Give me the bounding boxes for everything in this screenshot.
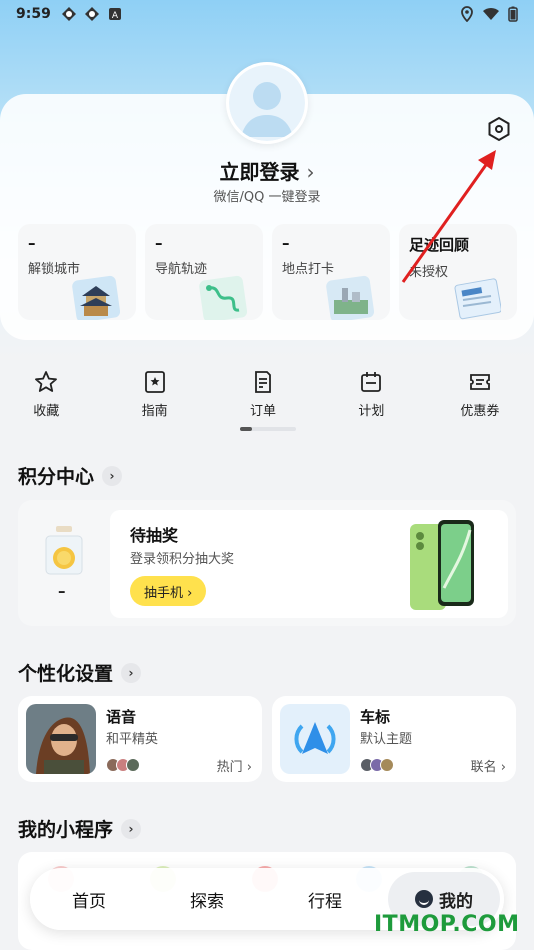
temple-icon [72,275,120,320]
battery-icon [508,6,518,22]
order-icon [255,371,271,393]
quick-guide[interactable]: 指南 [100,370,208,420]
section-title: 个性化设置 [18,663,114,685]
coupon-icon [469,374,490,390]
login-chevron-icon: › [306,160,315,184]
settings-icon[interactable] [486,116,512,142]
points-card[interactable]: – 待抽奖 登录领积分抽大奖 抽手机 › [18,500,516,626]
nav-me-label: 我的 [439,891,473,912]
stat-card-footprint-review[interactable]: 足迹回顾 未授权 [399,224,517,320]
personalization-header[interactable]: 个性化设置 › [18,659,142,686]
quick-label: 优惠券 [460,404,500,419]
app-notification-icon [84,7,99,21]
voice-title: 语音 [106,708,137,726]
quick-label: 收藏 [33,404,60,419]
login-button[interactable]: 立即登录 › [0,156,534,185]
section-title: 积分中心 [18,466,95,488]
default-avatar-icon [229,65,305,141]
lottery-panel[interactable]: 待抽奖 登录领积分抽大奖 抽手机 › [110,510,508,618]
quick-label: 指南 [141,404,168,419]
route-map-icon [199,275,247,320]
svg-text:A: A [112,11,119,21]
nav-home[interactable]: 首页 [30,887,148,912]
voice-setting-card[interactable]: 语音 和平精英 热门 › [18,696,262,782]
user-avatars [360,758,394,772]
quick-plans[interactable]: 计划 [317,370,425,420]
lottery-subtitle: 登录领积分抽大奖 [130,552,235,567]
quick-actions-scroll-indicator [240,427,296,431]
quick-label: 订单 [250,404,277,419]
points-center-header[interactable]: 积分中心 › [18,462,123,489]
stat-card-cities[interactable]: – 解锁城市 [18,224,136,320]
car-icon-subtitle: 默认主题 [360,732,413,747]
avatar[interactable] [226,62,308,144]
guide-book-icon [144,371,165,393]
points-balance: – [58,582,66,600]
draw-phone-button[interactable]: 抽手机 › [130,576,207,606]
user-avatars [106,758,140,772]
status-time: 9:59 [16,6,51,22]
profile-face-icon [415,890,433,908]
calendar-icon [361,372,382,392]
quick-orders[interactable]: 订单 [209,370,317,420]
car-icon-setting-card[interactable]: 车标 默认主题 联名 › [272,696,516,782]
wifi-icon [483,7,499,20]
stat-value: – [28,234,36,252]
stat-value: 足迹回顾 [409,236,470,254]
newspaper-icon [454,278,501,320]
car-icon-title: 车标 [360,708,391,726]
car-icon-tag: 联名 › [470,760,506,775]
coin-jar-icon [45,526,83,575]
quick-label: 计划 [358,404,385,419]
star-icon [35,371,58,392]
stat-card-navigation[interactable]: – 导航轨迹 [145,224,263,320]
watermark: ITMOP.COM [374,912,520,937]
chevron-right-icon: › [102,465,123,486]
lottery-title: 待抽奖 [130,526,179,545]
quick-coupons[interactable]: 优惠券 [426,370,534,420]
login-title: 立即登录 [219,160,300,184]
status-bar: 9:59 A [0,0,534,28]
voice-character-image [26,704,96,774]
location-icon [461,6,473,22]
phone-prize-icon [410,520,474,610]
login-subtitle: 微信/QQ 一键登录 [213,190,321,205]
quick-favorites[interactable]: 收藏 [0,370,100,420]
car-marker-image [280,704,350,774]
stat-card-checkin[interactable]: – 地点打卡 [272,224,390,320]
section-title: 我的小程序 [18,819,114,841]
stat-value: – [282,234,290,252]
chevron-right-icon: › [121,818,142,839]
voice-tag: 热门 › [216,760,252,775]
nav-trips[interactable]: 行程 [266,887,384,912]
nav-explore[interactable]: 探索 [148,887,266,912]
stat-value: – [155,234,163,252]
quick-actions: 收藏 指南 订单 计划 优惠券 [0,370,534,420]
landscape-photo-icon [326,275,374,320]
app-notification-icon [61,7,76,21]
voice-subtitle: 和平精英 [106,732,159,747]
a-letter-notification-icon: A [108,8,121,21]
mini-programs-header[interactable]: 我的小程序 › [18,815,142,842]
chevron-right-icon: › [121,662,142,683]
